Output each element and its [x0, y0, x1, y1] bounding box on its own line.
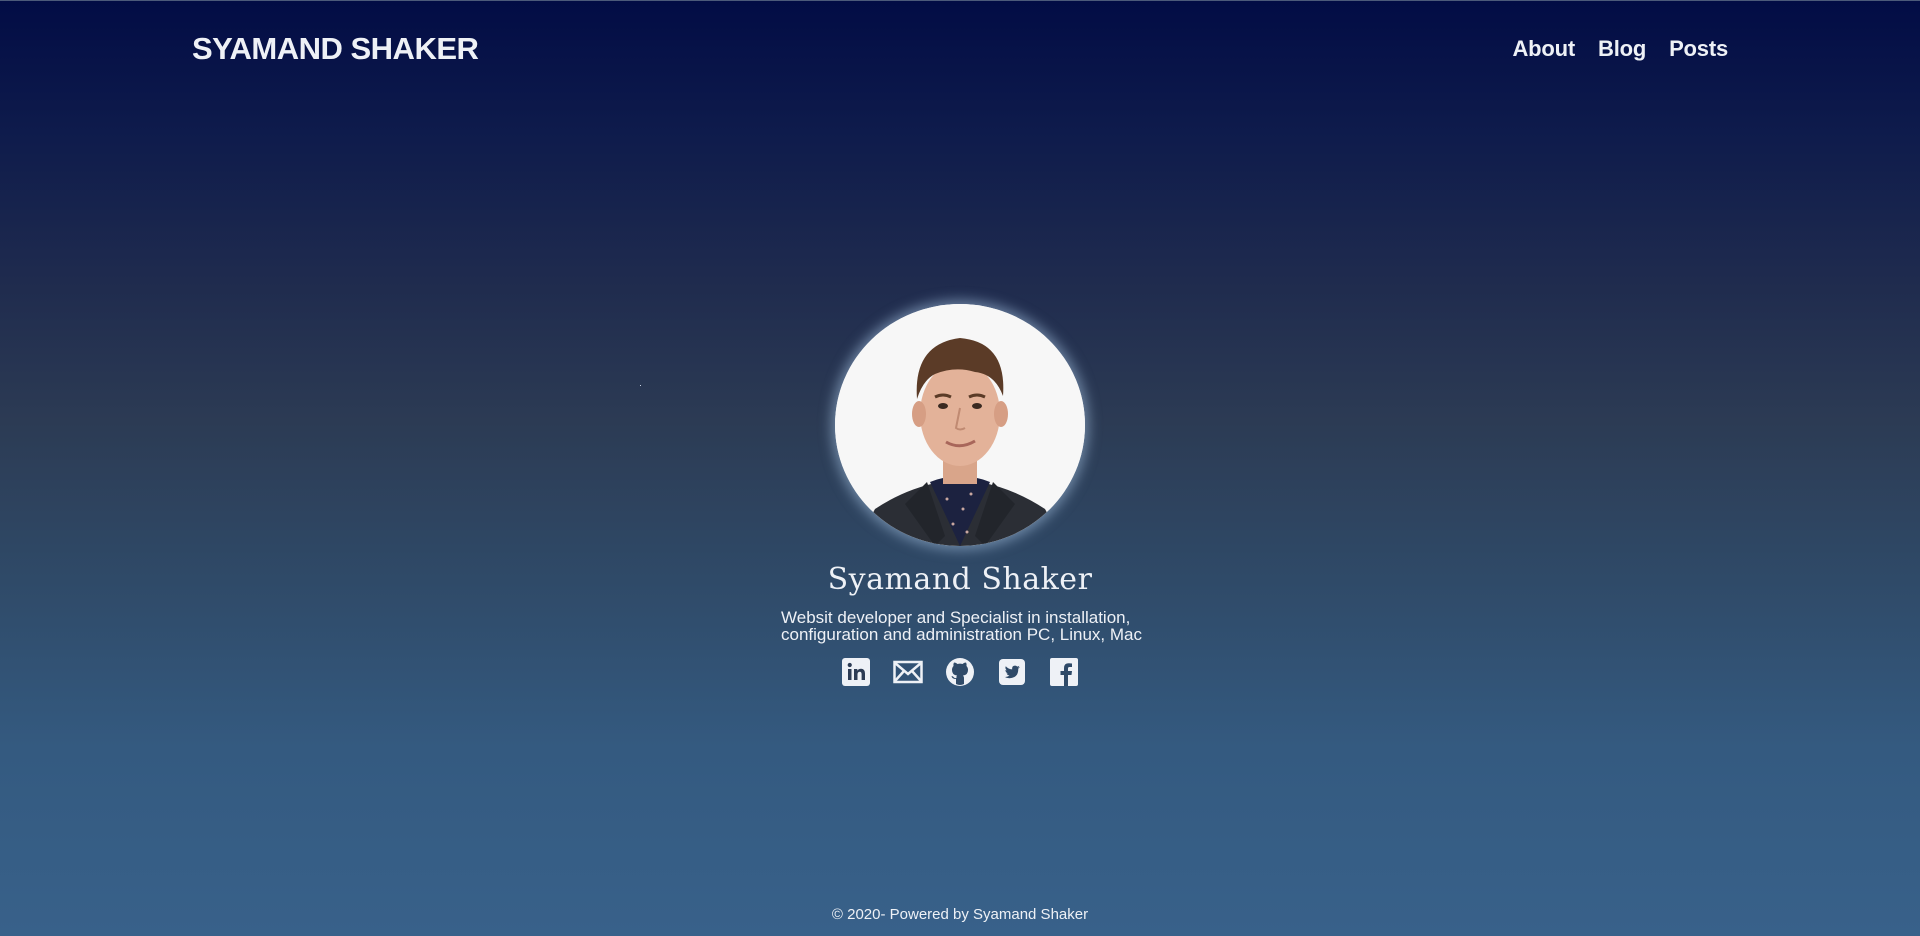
nav-link-blog[interactable]: Blog [1598, 36, 1646, 62]
footer-copyright: © 2020- Powered by Syamand Shaker [831, 906, 1089, 923]
nav-menu: About Blog Posts [1512, 36, 1728, 62]
facebook-link[interactable] [1049, 657, 1079, 687]
navbar: SYAMAND SHAKER About Blog Posts [192, 26, 1728, 72]
twitter-link[interactable] [997, 657, 1027, 687]
twitter-icon [999, 659, 1025, 685]
email-link[interactable] [893, 657, 923, 687]
github-icon [946, 658, 974, 686]
profile-section: Syamand Shaker Websit developer and Spec… [0, 304, 1920, 687]
linkedin-icon [842, 658, 870, 686]
facebook-icon [1050, 658, 1078, 686]
page-footer: © 2020- Powered by Syamand Shaker [0, 906, 1920, 923]
social-links [841, 657, 1079, 687]
profile-avatar [835, 304, 1085, 546]
linkedin-link[interactable] [841, 657, 871, 687]
nav-link-posts[interactable]: Posts [1669, 36, 1728, 62]
nav-link-about[interactable]: About [1512, 36, 1575, 62]
profile-bio: Websit developer and Specialist in insta… [775, 609, 1145, 643]
bio-line-1: Websit developer and Specialist in insta… [781, 608, 1131, 627]
top-border [0, 0, 1920, 1]
github-link[interactable] [945, 657, 975, 687]
mail-icon [893, 660, 923, 684]
profile-name: Syamand Shaker [827, 562, 1093, 597]
site-brand-link[interactable]: SYAMAND SHAKER [192, 31, 479, 67]
bio-line-2: configuration and administration PC, Lin… [781, 625, 1142, 644]
